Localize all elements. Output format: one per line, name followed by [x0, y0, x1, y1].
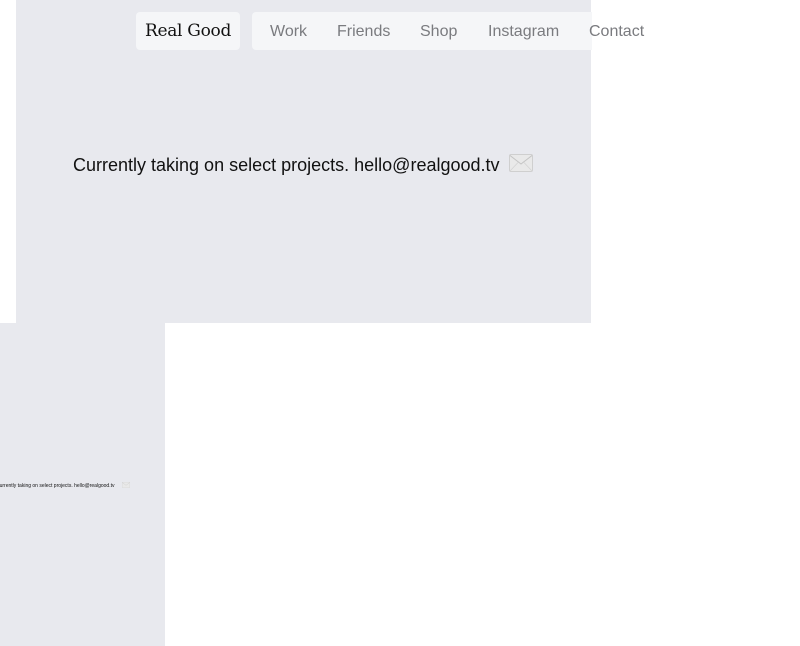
- mini-message-text: Currently taking on select projects.: [0, 483, 73, 489]
- contact-message: Currently taking on select projects. hel…: [73, 152, 533, 178]
- nav-item-friends[interactable]: Friends: [337, 22, 390, 42]
- email-link[interactable]: hello@realgood.tv: [354, 153, 499, 177]
- nav-item-work[interactable]: Work: [270, 22, 307, 42]
- logo-link[interactable]: Real Good: [136, 12, 240, 50]
- mini-email-text: hello@realgood.tv: [74, 483, 115, 489]
- nav-item-contact[interactable]: Contact: [589, 22, 644, 42]
- logo-text: Real Good: [144, 21, 232, 41]
- mini-contact-message: Currently taking on select projects. hel…: [0, 481, 131, 491]
- message-text: Currently taking on select projects.: [73, 155, 350, 175]
- mini-envelope-icon: [122, 482, 131, 491]
- nav-item-shop[interactable]: Shop: [420, 22, 457, 42]
- envelope-icon: [508, 154, 533, 178]
- nav-item-instagram[interactable]: Instagram: [488, 22, 559, 42]
